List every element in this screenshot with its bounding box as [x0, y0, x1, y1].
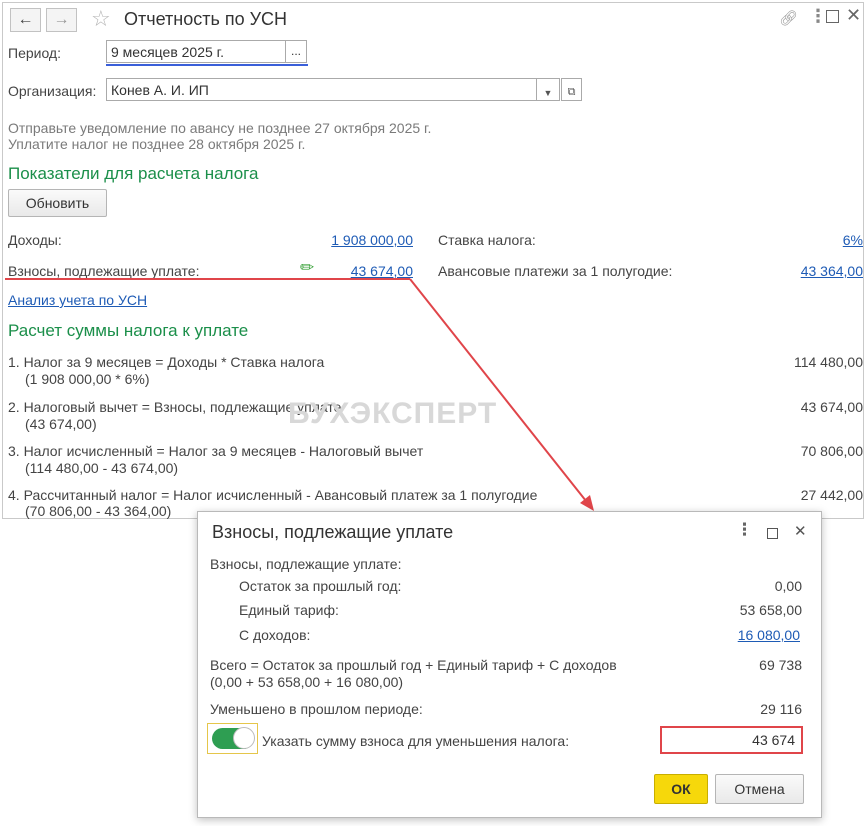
dialog-close-icon[interactable]: ✕	[794, 522, 807, 540]
dialog-title: Взносы, подлежащие уплате	[212, 522, 454, 542]
reduce-toggle[interactable]	[212, 727, 255, 749]
toggle-knob	[233, 727, 255, 749]
total-formula: Всего = Остаток за прошлый год + Единый …	[210, 657, 617, 673]
dialog-maximize-icon[interactable]	[767, 528, 778, 539]
dialog-header-label: Взносы, подлежащие уплате:	[210, 556, 402, 572]
unified-tariff-label: Единый тариф:	[239, 602, 339, 618]
ok-button[interactable]: ОК	[654, 774, 708, 804]
reduce-amount-input[interactable]: 43 674	[660, 726, 803, 754]
reduce-amount-value: 43 674	[752, 732, 795, 748]
annotation-arrow-line	[409, 278, 591, 507]
from-income-link[interactable]: 16 080,00	[678, 627, 800, 643]
carryover-label: Остаток за прошлый год:	[239, 578, 402, 594]
unified-tariff-value: 53 658,00	[739, 602, 802, 618]
total-value: 69 738	[759, 657, 802, 673]
total-formula-values: (0,00 + 53 658,00 + 16 080,00)	[210, 674, 404, 690]
dialog-more-icon[interactable]: ⋮	[736, 520, 753, 540]
reduced-label: Уменьшено в прошлом периоде:	[210, 701, 423, 717]
from-income-label: С доходов:	[239, 627, 311, 643]
toggle-label: Указать сумму взноса для уменьшения нало…	[262, 733, 570, 749]
carryover-value: 0,00	[774, 578, 802, 594]
contributions-dialog: Взносы, подлежащие уплате ⋮ ✕ Взносы, по…	[197, 511, 822, 818]
cancel-button[interactable]: Отмена	[715, 774, 804, 804]
reduced-value: 29 116	[760, 701, 802, 717]
